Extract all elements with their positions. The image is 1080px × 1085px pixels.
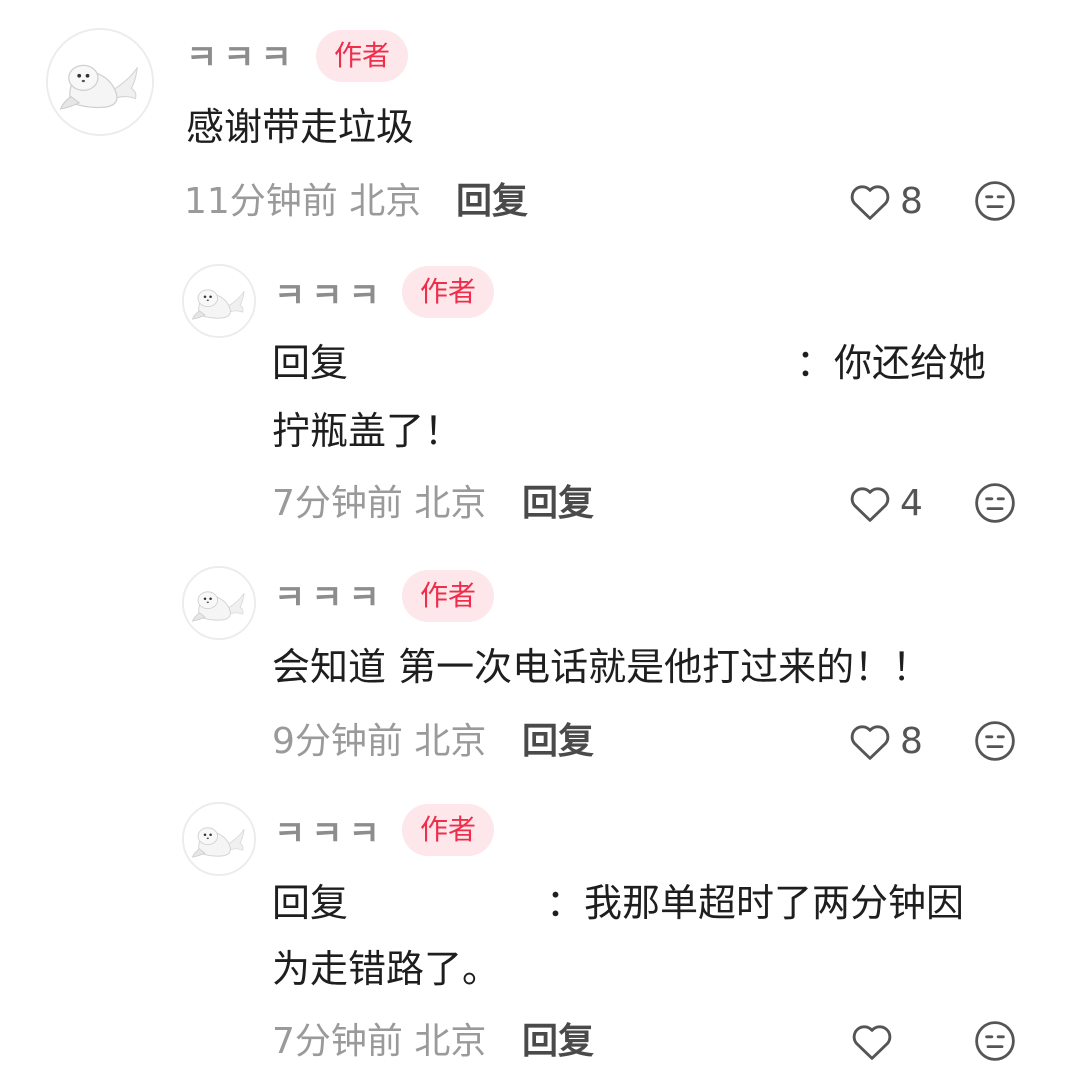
reply-button[interactable]: 回复 xyxy=(522,1020,594,1064)
comment-time-location: 11分钟前 北京 xyxy=(184,181,422,222)
avatar[interactable] xyxy=(182,802,256,876)
comment-text: 会知道 第一次电话就是他打过来的！！ xyxy=(272,645,931,689)
author-badge: 作者 xyxy=(402,804,495,856)
author-badge: 作者 xyxy=(402,570,495,622)
username[interactable]: ㅋㅋㅋ xyxy=(186,38,298,78)
reply-prefix: 回复 xyxy=(272,341,349,385)
avatar[interactable] xyxy=(182,566,256,640)
heart-outline-icon[interactable] xyxy=(848,722,892,762)
reply-text-tail: ：我那单超时了两分钟因 xyxy=(546,881,965,925)
like-count: 8 xyxy=(900,721,923,762)
reply-text-tail: ：你还给她 xyxy=(796,341,987,385)
username[interactable]: ㅋㅋㅋ xyxy=(274,578,386,618)
author-badge: 作者 xyxy=(316,30,409,82)
comment-text: 为走错路了。 xyxy=(272,947,501,991)
heart-outline-icon[interactable] xyxy=(848,484,892,524)
reply-button[interactable]: 回复 xyxy=(456,180,528,224)
reply-button[interactable]: 回复 xyxy=(522,482,594,526)
heart-outline-icon[interactable] xyxy=(850,1022,894,1062)
username[interactable]: ㅋㅋㅋ xyxy=(274,814,386,854)
reply-prefix: 回复 xyxy=(272,881,349,925)
author-badge: 作者 xyxy=(402,266,495,318)
neutral-face-icon[interactable] xyxy=(974,482,1016,524)
neutral-face-icon[interactable] xyxy=(974,180,1016,222)
reply-button[interactable]: 回复 xyxy=(522,720,594,764)
like-count: 8 xyxy=(900,181,923,222)
comment-time-location: 7分钟前 北京 xyxy=(272,483,487,524)
avatar[interactable] xyxy=(46,28,154,136)
comment-time-location: 7分钟前 北京 xyxy=(272,1021,487,1062)
comment-time-location: 9分钟前 北京 xyxy=(272,721,487,762)
neutral-face-icon[interactable] xyxy=(974,1020,1016,1062)
username[interactable]: ㅋㅋㅋ xyxy=(274,276,386,316)
comment-text: 拧瓶盖了！ xyxy=(272,409,463,453)
avatar[interactable] xyxy=(182,264,256,338)
heart-outline-icon[interactable] xyxy=(848,182,892,222)
like-count: 4 xyxy=(900,483,923,524)
comment-text: 感谢带走垃圾 xyxy=(186,105,415,149)
neutral-face-icon[interactable] xyxy=(974,720,1016,762)
